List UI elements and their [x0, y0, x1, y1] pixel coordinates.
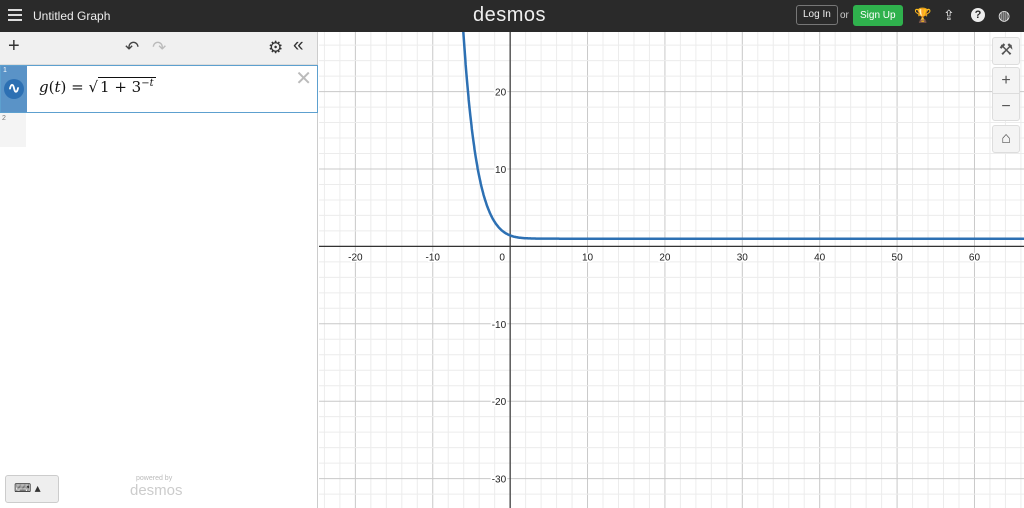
add-expression-button[interactable]: + [8, 35, 20, 58]
settings-button[interactable]: ⚙ [268, 38, 283, 58]
keyboard-toggle-button[interactable]: ⌨ ▴ [5, 475, 59, 503]
top-bar: Untitled Graph desmos Log In or Sign Up … [0, 0, 1024, 32]
constant: 1 [100, 78, 110, 96]
y-tick-label: -20 [492, 397, 507, 408]
expression-panel: + ↶ ↷ ⚙ « 1 ∿ g(t) = √ 1 + 3−t ✕ 2 ⌨ ▴ po… [0, 32, 318, 508]
help-icon[interactable]: ? [971, 8, 985, 22]
graph-settings-wrench-button[interactable]: ⚒ [992, 37, 1020, 65]
x-tick-label: 20 [659, 252, 671, 263]
expression-number: 2 [2, 115, 6, 122]
login-button[interactable]: Log In [796, 5, 838, 25]
x-tick-label: 50 [892, 252, 904, 263]
expression-tab[interactable]: 1 ∿ [1, 66, 27, 112]
undo-button[interactable]: ↶ [125, 38, 139, 58]
powered-by-logo: desmos [130, 482, 183, 499]
function-name: g [39, 78, 49, 96]
function-variable: t [54, 78, 61, 96]
share-icon[interactable]: ⇪ [943, 7, 955, 23]
zoom-in-button[interactable]: + [992, 67, 1020, 94]
globe-icon[interactable]: ◍ [998, 7, 1010, 23]
x-tick-label: 10 [582, 252, 594, 263]
zoom-out-button[interactable]: − [992, 93, 1020, 121]
graph-style-icon[interactable]: ∿ [4, 79, 24, 99]
delete-expression-icon[interactable]: ✕ [295, 66, 312, 91]
trophy-icon[interactable]: 🏆 [914, 7, 931, 23]
x-tick-label: 60 [969, 252, 981, 263]
expression-item[interactable]: 1 ∿ g(t) = √ 1 + 3−t ✕ [0, 65, 318, 113]
expression-number: 1 [3, 67, 7, 74]
y-tick-label: -30 [492, 475, 507, 486]
home-button[interactable]: ⌂ [992, 125, 1020, 153]
x-tick-label: 0 [499, 252, 505, 263]
expression-item-empty[interactable]: 2 [0, 113, 26, 147]
y-tick-label: -10 [492, 320, 507, 331]
redo-button[interactable]: ↷ [152, 38, 166, 58]
x-tick-label: -20 [348, 252, 363, 263]
signup-button[interactable]: Sign Up [853, 5, 903, 26]
expression-math[interactable]: g(t) = √ 1 + 3−t [39, 77, 156, 96]
y-tick-label: 10 [495, 165, 507, 176]
y-tick-label: 20 [495, 88, 507, 99]
menu-icon[interactable] [8, 9, 22, 21]
x-tick-label: 30 [737, 252, 749, 263]
x-tick-label: -10 [426, 252, 441, 263]
x-tick-label: 40 [814, 252, 826, 263]
wrench-icon: ⚒ [998, 42, 1014, 59]
powered-by-text: powered by [136, 475, 173, 482]
graph-canvas[interactable]: -20 -10 0 10 20 30 40 50 60 20 10 -10 -20 -30 [319, 32, 1024, 508]
base: 3 [131, 78, 142, 96]
expression-toolbar: + ↶ ↷ ⚙ « [0, 32, 317, 65]
or-text: or [840, 10, 849, 21]
graph-title[interactable]: Untitled Graph [33, 9, 110, 23]
desmos-logo: desmos [473, 4, 547, 26]
collapse-panel-button[interactable]: « [293, 35, 304, 57]
exponent: −t [141, 78, 154, 89]
